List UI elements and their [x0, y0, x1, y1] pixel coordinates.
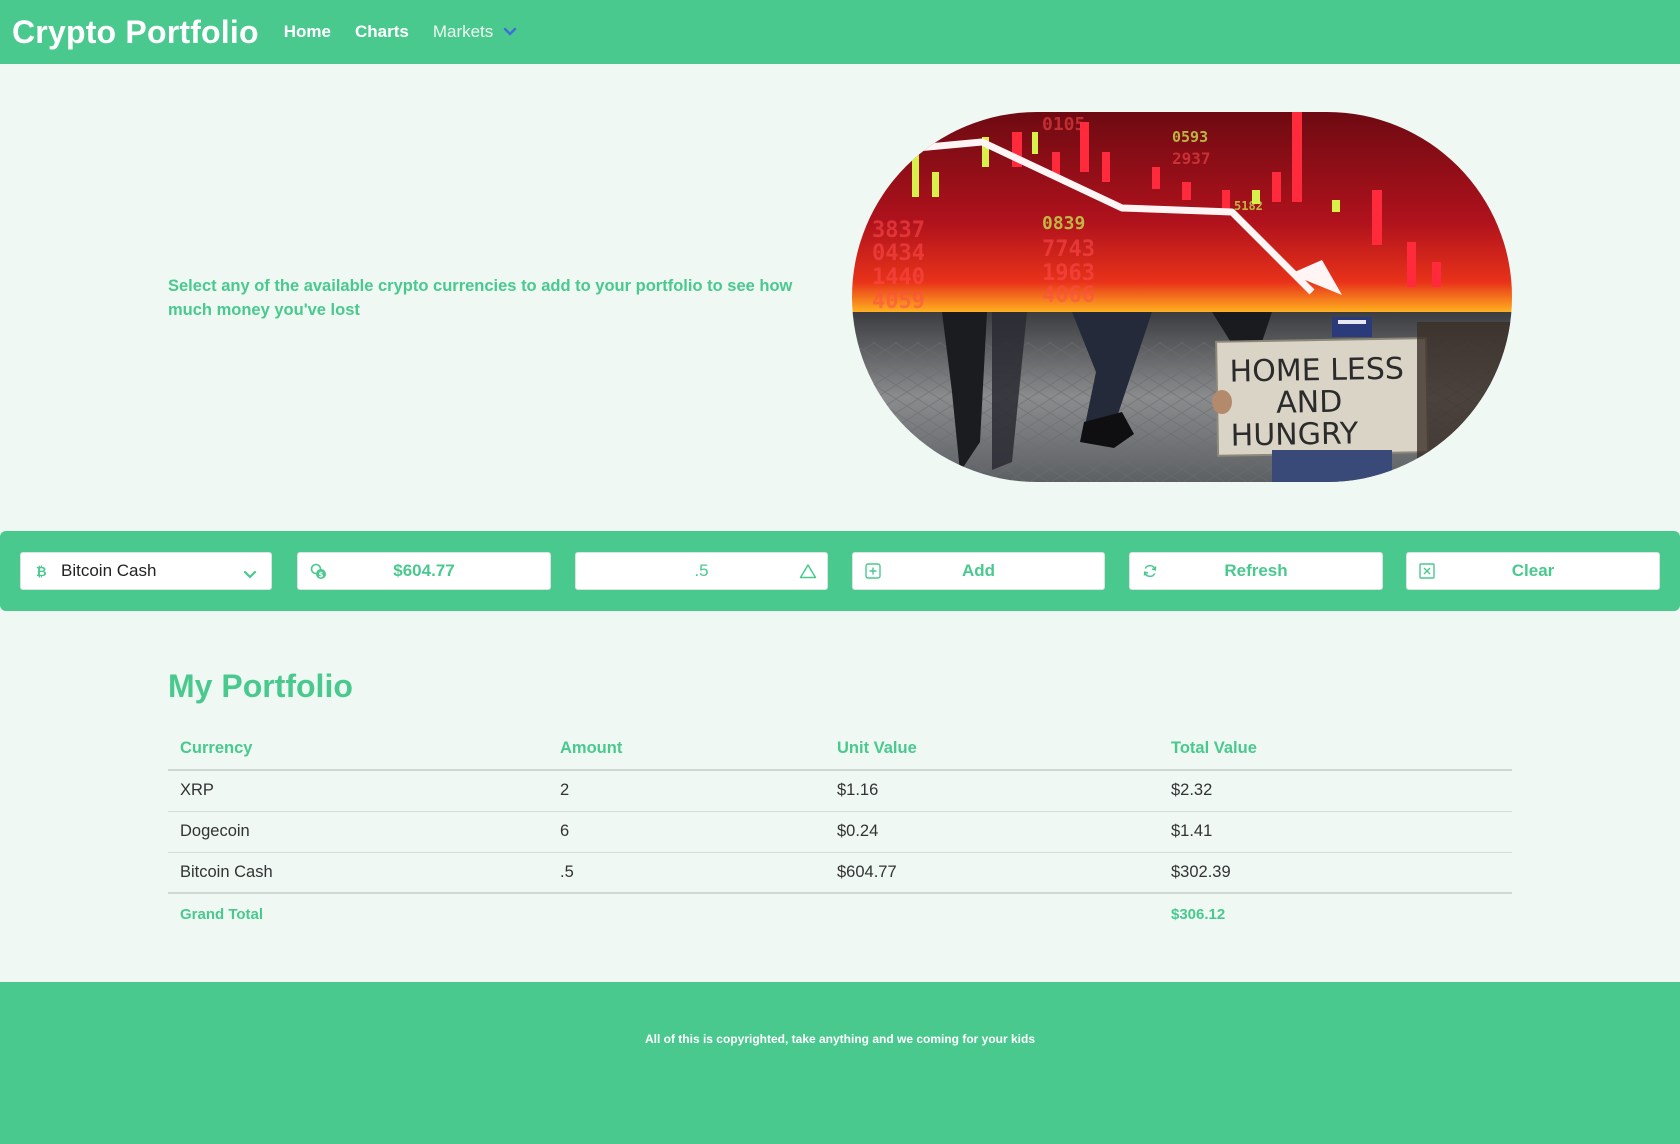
header-currency: Currency	[168, 728, 548, 771]
navbar: Crypto Portfolio Home Charts Markets	[0, 0, 1680, 64]
warning-triangle-icon	[799, 563, 817, 584]
screen-number: 3837	[872, 218, 925, 243]
currency-select-value: Bitcoin Cash	[61, 561, 157, 580]
sign-line: AND	[1276, 385, 1343, 421]
portfolio-table: Currency Amount Unit Value Total Value X…	[168, 728, 1512, 934]
amount-input[interactable]: .5	[575, 552, 828, 590]
clear-button[interactable]: Clear	[1406, 552, 1660, 590]
screen-number: 2937	[1172, 149, 1211, 168]
cell-currency: Dogecoin	[168, 811, 548, 853]
svg-text:₿: ₿	[36, 565, 47, 579]
cell-amount: .5	[548, 852, 825, 894]
grand-total-value: $306.12	[1159, 892, 1512, 934]
sign-line: HUNGRY	[1230, 416, 1359, 453]
table-row: Dogecoin 6 $0.24 $1.41	[168, 811, 1512, 853]
grand-total-row: Grand Total $306.12	[168, 892, 1512, 934]
price-value: $604.77	[393, 561, 455, 580]
grand-total-label: Grand Total	[168, 892, 548, 934]
currency-select[interactable]: ₿ Bitcoin Cash	[20, 552, 272, 590]
price-field[interactable]: $ $604.77	[297, 552, 551, 590]
screen-number: 1963	[1042, 261, 1095, 286]
cell-currency: XRP	[168, 770, 548, 812]
cell-unit-value: $604.77	[825, 852, 1159, 894]
cell-total-value: $1.41	[1159, 811, 1512, 853]
cell-total-value: $302.39	[1159, 852, 1512, 894]
chevron-down-icon	[243, 565, 257, 585]
screen-number: 0105	[1042, 114, 1085, 135]
hero-description: Select any of the available crypto curre…	[168, 277, 793, 319]
cell-amount: 6	[548, 811, 825, 853]
cell-currency: Bitcoin Cash	[168, 852, 548, 894]
grand-total-empty	[825, 892, 1159, 934]
hero-image: 3837 0434 1440 4059 4066 1963 7743 2937 …	[852, 112, 1512, 482]
refresh-button[interactable]: Refresh	[1129, 552, 1383, 590]
add-button-label: Add	[961, 561, 996, 580]
screen-number: 4059	[872, 289, 925, 314]
sign-line: HOME LESS	[1229, 352, 1404, 390]
header-unit-value: Unit Value	[825, 728, 1159, 771]
grand-total-empty	[548, 892, 825, 934]
screen-number: 1440	[872, 265, 925, 290]
table-row: Bitcoin Cash .5 $604.77 $302.39	[168, 852, 1512, 894]
brand-title[interactable]: Crypto Portfolio	[12, 14, 259, 51]
cell-total-value: $2.32	[1159, 770, 1512, 812]
footer: All of this is copyrighted, take anythin…	[0, 982, 1680, 1144]
screen-number: 4066	[1042, 283, 1095, 308]
cell-amount: 2	[548, 770, 825, 812]
clear-button-label: Clear	[1511, 561, 1555, 580]
cell-unit-value: $0.24	[825, 811, 1159, 853]
table-row: XRP 2 $1.16 $2.32	[168, 770, 1512, 812]
screen-number: 7743	[1042, 237, 1095, 262]
add-button[interactable]: Add	[852, 552, 1105, 590]
nav-charts[interactable]: Charts	[355, 22, 409, 42]
screen-number: 0593	[1172, 128, 1208, 146]
header-total-value: Total Value	[1159, 728, 1512, 771]
screen-number: 0839	[1042, 213, 1085, 234]
control-bar: ₿ Bitcoin Cash $ $604.77 .5 Add Refresh …	[0, 531, 1680, 611]
nav-home[interactable]: Home	[284, 22, 331, 42]
table-header-row: Currency Amount Unit Value Total Value	[168, 728, 1512, 771]
market-crash-homeless-image: 3837 0434 1440 4059 4066 1963 7743 2937 …	[852, 112, 1512, 482]
chevron-down-icon	[503, 22, 517, 42]
amount-value: .5	[694, 561, 709, 580]
nav-markets-label: Markets	[432, 22, 494, 41]
footer-copyright: All of this is copyrighted, take anythin…	[644, 1032, 1036, 1046]
nav-markets-dropdown[interactable]: Markets	[433, 22, 517, 42]
portfolio-title: My Portfolio	[168, 668, 353, 704]
bitcoin-icon: ₿	[33, 563, 49, 580]
cell-unit-value: $1.16	[825, 770, 1159, 812]
refresh-button-label: Refresh	[1224, 561, 1288, 580]
header-amount: Amount	[548, 728, 825, 771]
screen-number: 0434	[872, 241, 925, 266]
